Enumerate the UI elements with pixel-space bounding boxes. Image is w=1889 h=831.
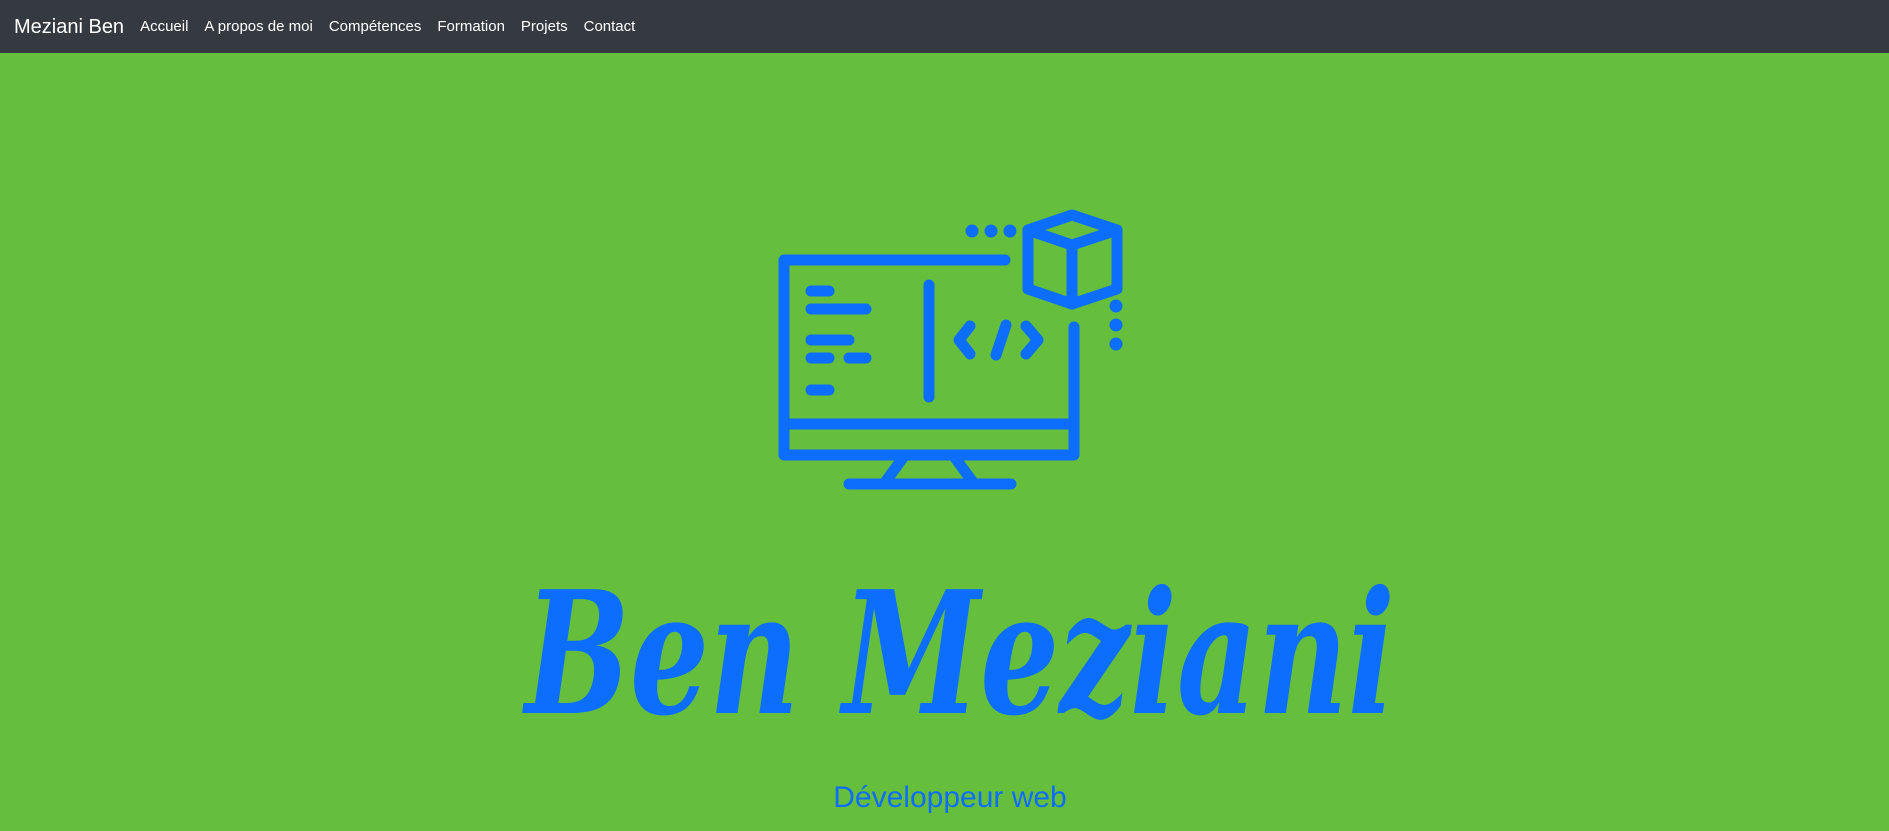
hero-tagline: Développeur web [833, 781, 1067, 814]
nav-link-accueil[interactable]: Accueil [132, 18, 196, 35]
hero-name-text: Ben Meziani [522, 554, 1395, 754]
monitor-code-cube-icon [778, 209, 1123, 490]
nav-links: Accueil A propos de moi Compétences Form… [132, 18, 643, 36]
hero-name-logo: Ben Meziani [522, 554, 1395, 754]
nav-link-a-propos[interactable]: A propos de moi [196, 18, 320, 35]
nav-link-competences[interactable]: Compétences [321, 18, 430, 35]
nav-link-contact[interactable]: Contact [576, 18, 644, 35]
navbar-brand[interactable]: Meziani Ben [14, 17, 124, 37]
nav-link-formation[interactable]: Formation [429, 18, 513, 35]
top-navbar: Meziani Ben Accueil A propos de moi Comp… [0, 0, 1889, 53]
nav-link-projets[interactable]: Projets [513, 18, 576, 35]
hero-section: Ben Meziani Développeur web [0, 53, 1889, 831]
